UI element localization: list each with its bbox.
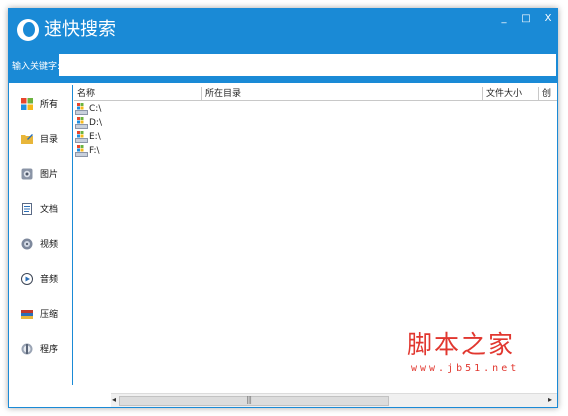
close-button[interactable]: X: [537, 11, 557, 27]
drive-icon: [75, 103, 88, 115]
sidebar-item-archive[interactable]: 压缩: [9, 300, 73, 330]
sidebar-item-label: 程序: [40, 345, 59, 355]
drive-icon: [75, 131, 88, 143]
results-table-header: 名称 所在目录 文件大小 创: [74, 87, 557, 101]
drive-icon: [75, 117, 88, 129]
sidebar-item-label: 所有: [40, 100, 59, 110]
scroll-left-arrow[interactable]: ◂: [112, 395, 116, 404]
table-row[interactable]: F:\: [75, 144, 275, 158]
column-header-directory[interactable]: 所在目录: [202, 87, 483, 101]
program-icon: [21, 343, 33, 355]
sidebar-item-video[interactable]: 视频: [9, 230, 73, 260]
sidebar-item-label: 音频: [40, 275, 59, 285]
sidebar-item-pictures[interactable]: 图片: [9, 160, 73, 190]
sidebar-item-label: 目录: [40, 135, 59, 145]
app-logo-icon: [17, 19, 39, 41]
document-icon: [22, 203, 32, 215]
sidebar-item-audio[interactable]: 音频: [9, 265, 73, 295]
scroll-right-arrow[interactable]: ▸: [548, 395, 552, 404]
sidebar-item-documents[interactable]: 文档: [9, 195, 73, 225]
title-bar: 速快搜索 _ □ X: [9, 9, 557, 51]
sidebar-item-label: 视频: [40, 240, 59, 250]
category-sidebar: 所有 目录 图片 文档 视频 音频 压缩 程序: [9, 85, 73, 385]
audio-icon: [21, 273, 33, 285]
watermark-url: www.jb51.net: [411, 363, 520, 374]
watermark: 脚本之家 www.jb51.net: [403, 330, 553, 380]
minimize-button[interactable]: _: [493, 11, 515, 27]
windows-icon: [21, 98, 33, 110]
scroll-grip-icon: |||: [246, 395, 252, 404]
picture-icon: [21, 168, 33, 180]
row-name: F:\: [89, 146, 100, 156]
column-header-name[interactable]: 名称: [74, 87, 202, 101]
watermark-title: 脚本之家: [407, 330, 516, 359]
drive-icon: [75, 145, 88, 157]
search-input[interactable]: [59, 54, 556, 76]
scroll-thumb[interactable]: |||: [119, 395, 389, 406]
row-name: E:\: [89, 132, 101, 142]
maximize-button[interactable]: □: [515, 11, 537, 27]
search-bar: 输入关键字:: [9, 51, 557, 83]
archive-icon: [21, 310, 33, 319]
sidebar-item-programs[interactable]: 程序: [9, 335, 73, 365]
horizontal-scrollbar[interactable]: ◂ ||| ▸: [111, 393, 557, 407]
table-row[interactable]: C:\: [75, 102, 275, 116]
table-row[interactable]: D:\: [75, 116, 275, 130]
table-row[interactable]: E:\: [75, 130, 275, 144]
sidebar-item-all[interactable]: 所有: [9, 90, 73, 120]
app-title: 速快搜索: [44, 19, 116, 40]
sidebar-item-label: 压缩: [40, 310, 59, 320]
search-label: 输入关键字:: [12, 62, 61, 72]
sidebar-item-label: 图片: [40, 170, 59, 180]
row-name: C:\: [89, 104, 102, 114]
sidebar-item-directory[interactable]: 目录: [9, 125, 73, 155]
sidebar-item-label: 文档: [40, 205, 59, 215]
video-icon: [21, 238, 33, 250]
column-header-created[interactable]: 创: [539, 87, 557, 101]
folder-icon: [21, 134, 33, 144]
row-name: D:\: [89, 118, 102, 128]
column-header-size[interactable]: 文件大小: [483, 87, 539, 101]
